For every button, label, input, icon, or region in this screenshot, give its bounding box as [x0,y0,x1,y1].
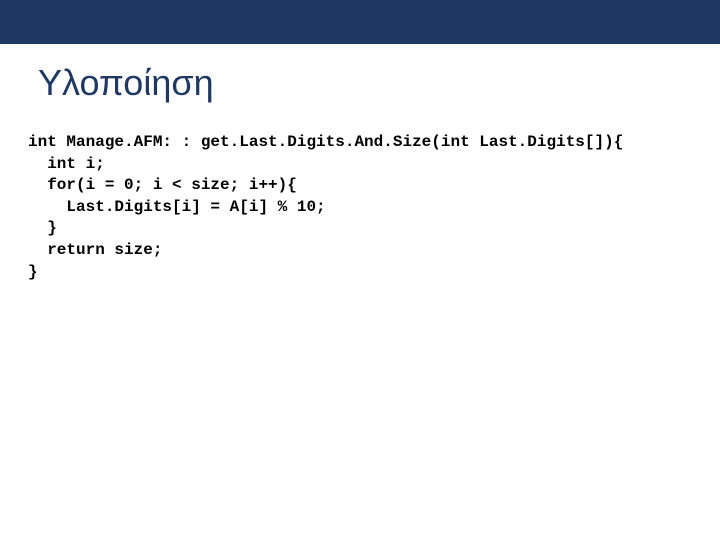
code-line: int i; [28,155,105,173]
code-line: for(i = 0; i < size; i++){ [28,176,297,194]
code-line: int Manage.AFM: : get.Last.Digits.And.Si… [28,133,623,151]
slide-top-bar [0,0,720,44]
code-line: Last.Digits[i] = A[i] % 10; [28,198,326,216]
code-line: return size; [28,241,162,259]
code-line: } [28,263,38,281]
code-block: int Manage.AFM: : get.Last.Digits.And.Si… [0,104,720,283]
slide-title: Υλοποίηση [0,44,720,104]
code-line: } [28,219,57,237]
